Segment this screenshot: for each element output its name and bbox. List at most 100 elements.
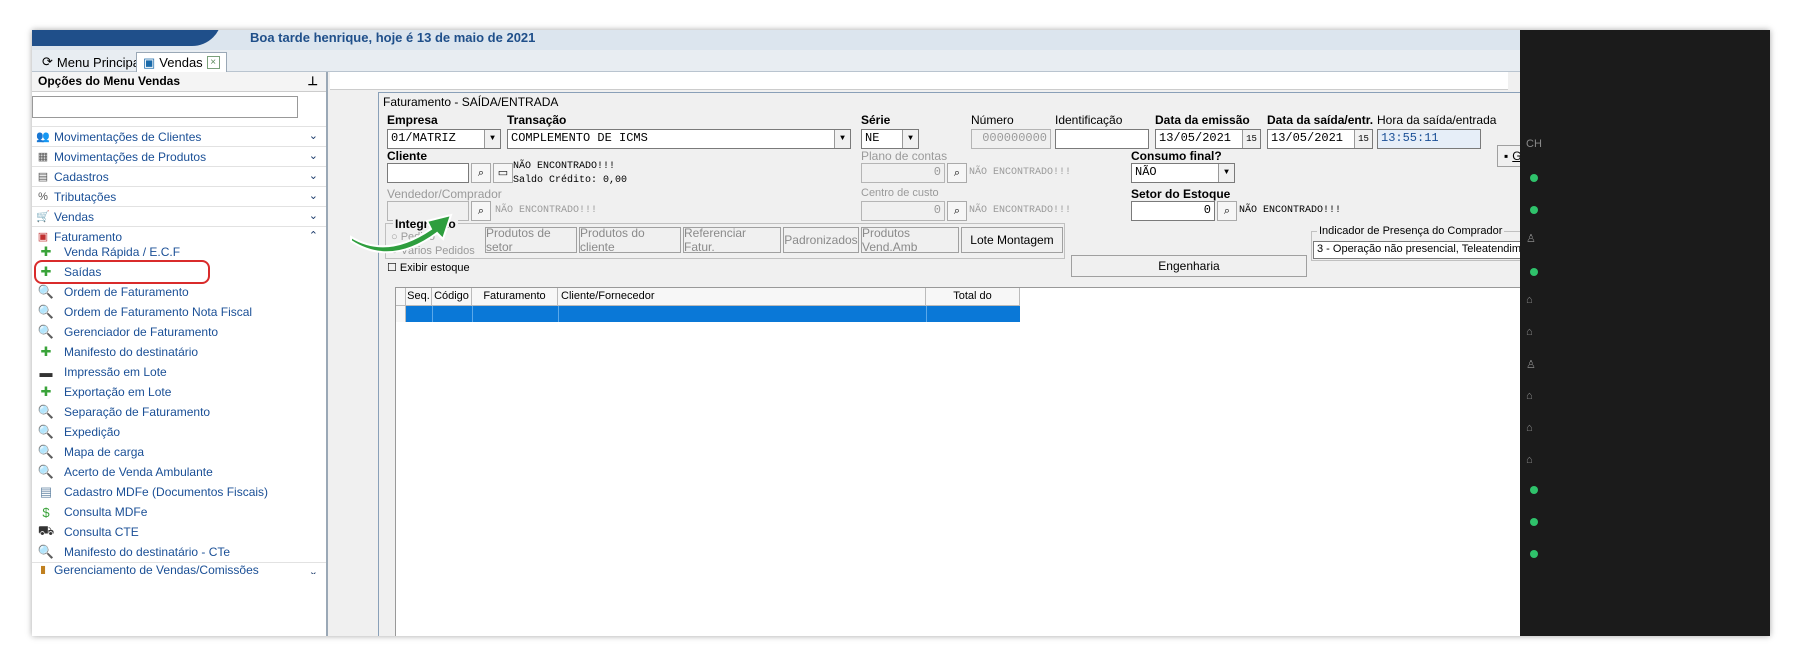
indicador-label: Indicador de Presença do Comprador (1317, 225, 1505, 237)
header-bar: Boa tarde henrique, hoje é 13 de maio de… (32, 30, 1770, 50)
col-total-faturamento[interactable]: Total do faturamento (926, 288, 1020, 319)
hora-saida-value: 13:55:11 (1381, 131, 1439, 145)
saldo-credito: Saldo Crédito: 0,00 (513, 175, 628, 186)
sidebar-item-ordem-faturamento[interactable]: 🔍 Ordem de Faturamento (32, 282, 326, 302)
sidebar-item-consulta-mdfe[interactable]: $ Consulta MDFe (32, 502, 326, 522)
item-label: Venda Rápida / E.C.F (64, 245, 181, 259)
centro-field[interactable]: 0 (861, 201, 945, 221)
transacao-label: Transação (507, 113, 567, 127)
data-emissao-field[interactable]: 13/05/2021 15 (1155, 129, 1261, 149)
sidebar-item-impressao-lote[interactable]: ▬ Impressão em Lote (32, 362, 326, 382)
serie-value: NE (865, 131, 880, 145)
item-label: Acerto de Venda Ambulante (64, 465, 213, 479)
sidebar-category-cadastros[interactable]: ▤ Cadastros ⌄ (32, 166, 326, 186)
table-row[interactable] (406, 306, 1020, 322)
pin-icon[interactable]: ⊥ (308, 74, 318, 88)
item-label: Exportação em Lote (64, 385, 172, 399)
setor-value: 0 (1203, 203, 1211, 217)
sidebar-item-manifesto[interactable]: ✚ Manifesto do destinatário (32, 342, 326, 362)
data-saida-field[interactable]: 13/05/2021 15 (1267, 129, 1373, 149)
sidebar-category-clientes[interactable]: 👥 Movimentações de Clientes ⌄ (32, 126, 326, 146)
centro-label: Centro de custo (861, 187, 939, 199)
transacao-select[interactable]: COMPLEMENTO DE ICMS ▼ (507, 129, 851, 149)
tab-label: Vendas (159, 55, 203, 70)
numero-value: 000000000 (982, 131, 1047, 145)
consumo-select[interactable]: NÃO ▼ (1131, 163, 1235, 183)
tab-label: Menu Principal (56, 54, 143, 70)
sidebar-search-input[interactable] (32, 96, 298, 118)
sidebar-item-expedicao[interactable]: 🔍 Expedição (32, 422, 326, 442)
sidebar-item-acerto-venda[interactable]: 🔍 Acerto de Venda Ambulante (32, 462, 326, 482)
calendar-icon[interactable]: 15 (1242, 130, 1260, 148)
item-label: Impressão em Lote (64, 365, 167, 379)
green-arrow-annotation (350, 213, 453, 254)
identificacao-label: Identificação (1055, 113, 1123, 127)
data-emissao-label: Data da emissão (1155, 113, 1250, 127)
close-tab-icon[interactable]: × (206, 56, 220, 69)
tab-vendas[interactable]: ▣ Vendas × (136, 52, 227, 72)
faturamento-items: ✚ Venda Rápida / E.C.F ✚ Saídas 🔍 Ordem de … (32, 242, 326, 574)
referenciar-fatur-button[interactable]: Referenciar Fatur. (683, 226, 781, 254)
dialog-title: Faturamento - SAÍDA/ENTRADA (383, 95, 559, 109)
serie-select[interactable]: NE ▼ (861, 129, 919, 149)
col-cliente-fornecedor[interactable]: Cliente/Fornecedor (558, 288, 926, 306)
numero-label: Número (971, 113, 1014, 127)
card-icon[interactable]: ▭ (493, 163, 513, 183)
hora-saida-field[interactable]: 13:55:11 (1377, 129, 1481, 149)
building-icon: ⌂ (1526, 326, 1533, 338)
sidebar-item-consulta-cte[interactable]: ⛟ Consulta CTE (32, 522, 326, 542)
calendar-icon[interactable]: 15 (1354, 130, 1372, 148)
search-lookup-icon[interactable]: ⌕ (947, 201, 967, 221)
app-logo (32, 30, 222, 46)
col-seq[interactable]: Seq. (406, 288, 432, 306)
search-icon: 🔍 (37, 404, 55, 419)
search-lookup-icon[interactable]: ⌕ (947, 163, 967, 183)
numero-field[interactable]: 000000000 (971, 129, 1051, 149)
sidebar-item-manifesto-cte[interactable]: 🔍 Manifesto do destinatário - CTe (32, 542, 326, 562)
sidebar-item-saidas[interactable]: ✚ Saídas (34, 260, 210, 284)
search-icon: 🔍 (37, 324, 55, 339)
sidebar-item-mapa-carga[interactable]: 🔍 Mapa de carga (32, 442, 326, 462)
search-icon: 🔍 (37, 304, 55, 319)
identificacao-field[interactable] (1055, 129, 1149, 149)
engenharia-button[interactable]: Engenharia (1071, 255, 1307, 277)
lote-montagem-button[interactable]: Lote Montagem (961, 227, 1063, 253)
empresa-select[interactable]: 01/MATRIZ ▼ (387, 129, 501, 149)
item-label: Ordem de Faturamento Nota Fiscal (64, 305, 253, 319)
col-faturamento[interactable]: Faturamento (472, 288, 558, 306)
sidebar-category-produtos[interactable]: ▦ Movimentações de Produtos ⌄ (32, 146, 326, 166)
dropdown-arrow-icon: ▼ (1218, 164, 1234, 182)
exibir-estoque-checkbox[interactable]: ☐ Exibir estoque (387, 261, 470, 274)
plano-status: NÃO ENCONTRADO!!! (969, 167, 1072, 178)
search-icon: 🔍 (37, 464, 55, 479)
search-lookup-icon[interactable]: ⌕ (1217, 201, 1237, 221)
empresa-value: 01/MATRIZ (391, 131, 456, 145)
category-label: Cadastros (54, 169, 109, 184)
padronizados-button[interactable]: Padronizados (783, 227, 859, 253)
col-codigo[interactable]: Código (432, 288, 472, 306)
sidebar-category-vendas[interactable]: 🛒 Vendas ⌄ (32, 206, 326, 226)
sidebar-item-cadastro-mdfe[interactable]: ▤ Cadastro MDFe (Documentos Fiscais) (32, 482, 326, 502)
tab-menu-principal[interactable]: ⟳ Menu Principal (36, 52, 149, 72)
sidebar-item-ordem-faturamento-nf[interactable]: 🔍 Ordem de Faturamento Nota Fiscal (32, 302, 326, 322)
produtos-vend-amb-button[interactable]: Produtos Vend.Amb (861, 226, 959, 254)
cliente-status: NÃO ENCONTRADO!!! (513, 161, 616, 172)
sidebar-category-gerenciamento[interactable]: ▮ Gerenciamento de Vendas/Comissões ⌄ (32, 562, 326, 574)
sidebar-title: Opções do Menu Vendas (38, 74, 181, 88)
produtos-cliente-button[interactable]: Produtos do cliente (579, 226, 681, 254)
chevron-down-icon: ⌄ (308, 130, 318, 142)
setor-field[interactable]: 0 (1131, 201, 1215, 221)
centro-status: NÃO ENCONTRADO!!! (969, 205, 1072, 216)
sidebar-item-venda-rapida[interactable]: ✚ Venda Rápida / E.C.F (32, 242, 326, 262)
status-dot (1530, 518, 1538, 526)
sidebar-item-separacao[interactable]: 🔍 Separação de Faturamento (32, 402, 326, 422)
building-icon: ⌂ (1526, 294, 1533, 306)
money-icon: $ (42, 504, 50, 520)
category-label: Vendas (54, 209, 95, 224)
percent-icon: % (38, 190, 48, 203)
produtos-setor-button[interactable]: Produtos de setor (485, 226, 577, 254)
plano-field[interactable]: 0 (861, 163, 945, 183)
sidebar-item-exportacao-lote[interactable]: ✚ Exportação em Lote (32, 382, 326, 402)
sidebar-item-gerenciador[interactable]: 🔍 Gerenciador de Faturamento (32, 322, 326, 342)
sidebar-category-tributacoes[interactable]: % Tributações ⌄ (32, 186, 326, 206)
